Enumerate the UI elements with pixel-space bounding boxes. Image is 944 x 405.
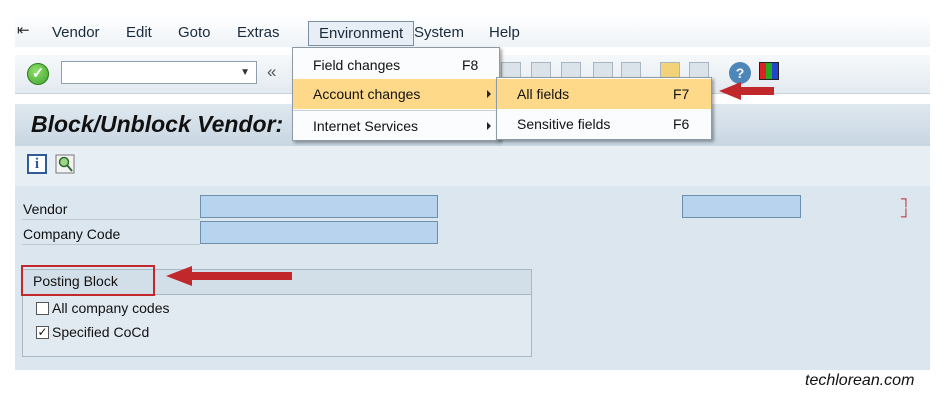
corner-mark-top: ┐ [901,190,911,206]
menu-item-sensitive-fields[interactable]: Sensitive fields F6 [497,109,711,139]
vendor-label-underline [22,219,200,220]
customize-layout-icon[interactable] [759,62,779,80]
menu-system[interactable]: System [414,24,464,41]
menu-bar: ⇤ Vendor Edit Goto Extras Environment Sy… [15,15,930,47]
enter-check-icon[interactable]: ✓ [27,63,49,85]
field-changes-label: Field changes [313,57,401,73]
sensitive-fields-label: Sensitive fields [517,116,611,132]
menu-item-all-fields[interactable]: All fields F7 [497,79,711,109]
field-changes-shortcut: F8 [462,57,479,73]
menu-vendor[interactable]: Vendor [52,24,100,41]
vendor-label: Vendor [23,201,68,217]
account-changes-label: Account changes [313,86,421,102]
menu-item-field-changes[interactable]: Field changes F8 [293,50,499,80]
menu-edit[interactable]: Edit [126,24,152,41]
menu-toggle-icon[interactable]: ⇤ [17,21,30,39]
menu-help[interactable]: Help [489,24,520,41]
all-fields-shortcut: F7 [673,86,690,102]
vendor-name-field[interactable] [682,195,801,218]
info-icon[interactable]: i [27,154,47,174]
watermark-text: techlorean.com [805,372,915,389]
vendor-input[interactable] [200,195,438,218]
help-icon[interactable]: ? [729,62,751,84]
specified-cocd-label: Specified CoCd [52,324,150,340]
all-company-codes-checkbox[interactable] [36,302,49,315]
all-fields-label: All fields [517,86,570,102]
menu-item-internet-services[interactable]: Internet Services [293,110,499,141]
menu-environment[interactable]: Environment [308,21,415,46]
menu-extras[interactable]: Extras [237,24,280,41]
company-code-label: Company Code [23,226,121,242]
sensitive-fields-shortcut: F6 [673,116,690,132]
dropdown-arrow-icon[interactable]: ▼ [240,67,250,78]
environment-menu: Field changes F8 Account changes Interne… [292,47,500,141]
posting-block-highlight-frame [21,265,155,296]
collapse-chevron-icon[interactable]: « [267,62,276,82]
command-field[interactable]: ▼ [61,61,257,84]
internet-services-label: Internet Services [313,118,419,134]
menu-goto[interactable]: Goto [178,24,211,41]
submenu-arrow-icon [487,122,491,130]
all-company-codes-label: All company codes [52,300,170,316]
company-code-input[interactable] [200,221,438,244]
find-icon[interactable] [55,154,75,174]
account-changes-submenu: All fields F7 Sensitive fields F6 [496,77,712,140]
page-title: Block/Unblock Vendor: [31,111,284,137]
specified-cocd-checkbox[interactable]: ✓ [36,326,49,339]
company-code-label-underline [22,244,200,245]
application-toolbar: i [15,146,930,186]
submenu-arrow-icon [487,90,491,98]
corner-mark-bottom: ┘ [901,208,911,224]
menu-item-account-changes[interactable]: Account changes [293,79,499,109]
